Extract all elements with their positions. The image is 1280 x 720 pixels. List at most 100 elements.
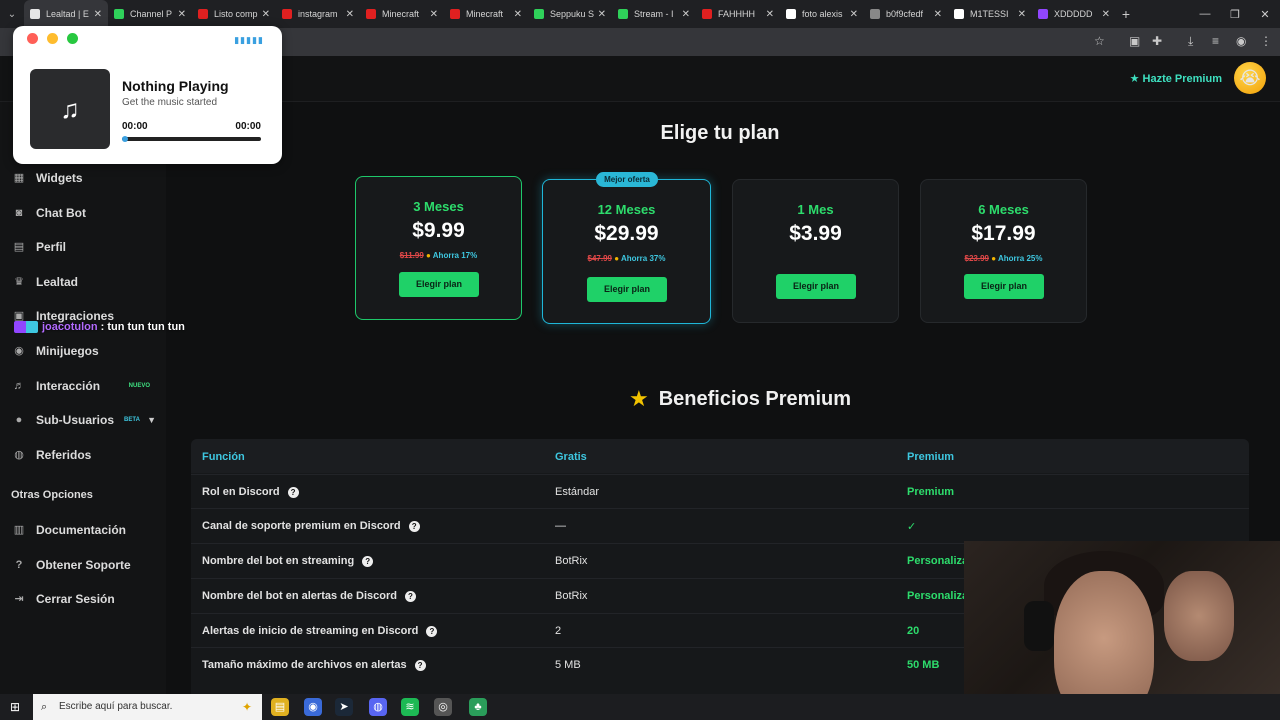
browser-tab[interactable]: instagram ✕ [276, 0, 360, 28]
browser-tab[interactable]: XDDDDD ✕ [1032, 0, 1116, 28]
help-icon[interactable]: ? [426, 625, 438, 637]
sidebar-item-label: Perfil [36, 240, 67, 254]
close-tab-icon[interactable]: ✕ [514, 9, 522, 20]
media-control-icon[interactable]: ≡ [1212, 34, 1219, 48]
tab-title: instagram [298, 9, 338, 19]
close-tab-icon[interactable]: ✕ [682, 9, 690, 20]
spotify-icon[interactable]: ≋ [401, 698, 419, 716]
plan-savings: $11.99 ● Ahorra 17% [356, 251, 521, 260]
logout-icon: ⇥ [14, 593, 24, 605]
sidebar-item-widgets[interactable]: ▦ Widgets [12, 171, 162, 185]
extension-icon[interactable]: ▣ [1129, 34, 1140, 48]
plan-card-1-mes[interactable]: 1 Mes $3.99 Elegir plan [732, 179, 899, 323]
feature-label: Rol en Discord [202, 486, 280, 498]
close-tab-icon[interactable]: ✕ [766, 9, 774, 20]
file-explorer-icon[interactable]: ▤ [271, 698, 289, 716]
browser-tab[interactable]: Seppuku S ✕ [528, 0, 612, 28]
sidebar-item-soporte[interactable]: ? Obtener Soporte [12, 558, 162, 572]
old-price: $47.99 [587, 254, 612, 263]
close-tab-icon[interactable]: ✕ [346, 9, 354, 20]
sidebar-item-perfil[interactable]: ▤ Perfil [12, 240, 162, 254]
progress-bar[interactable] [122, 136, 261, 142]
browser-tab[interactable]: b0f9cfedf ✕ [864, 0, 948, 28]
chrome-icon[interactable]: ◉ [304, 698, 322, 716]
download-icon[interactable]: ⤓ [1188, 34, 1193, 49]
minimize-icon[interactable]: — [1190, 8, 1220, 21]
close-tab-icon[interactable]: ✕ [598, 9, 606, 20]
help-icon[interactable]: ? [414, 659, 426, 671]
sidebar-item-label: Cerrar Sesión [36, 592, 115, 606]
plan-card-3-meses[interactable]: 3 Meses $9.99 $11.99 ● Ahorra 17% Elegir… [355, 176, 522, 320]
plan-savings: $23.99 ● Ahorra 25% [921, 254, 1086, 263]
hazte-premium-link[interactable]: ★ Hazte Premium [1130, 72, 1222, 85]
maximize-dot-icon[interactable] [67, 33, 78, 44]
choose-plan-button[interactable]: Elegir plan [964, 274, 1044, 299]
sidebar-item-lealtad[interactable]: ♛ Lealtad [12, 275, 162, 289]
avatar[interactable]: 😭 [1234, 62, 1266, 94]
music-icon: ♬ [13, 380, 25, 392]
chevron-down-icon[interactable]: ▼ [147, 415, 156, 425]
stream-chat-message: joacotulon : tun tun tun tun [14, 321, 185, 333]
minimize-dot-icon[interactable] [47, 33, 58, 44]
drag-handle-icon[interactable]: ▮▮▮▮▮ [234, 35, 264, 46]
taskbar-search[interactable]: ⌕ Escribe aquí para buscar. ✦ [33, 694, 262, 720]
close-tab-icon[interactable]: ✕ [934, 9, 942, 20]
restore-icon[interactable]: ❐ [1220, 8, 1250, 21]
close-tab-icon[interactable]: ✕ [850, 9, 858, 20]
tab-title: foto alexis [802, 9, 843, 19]
bookmark-star-icon[interactable]: ☆ [1094, 34, 1105, 48]
puzzle-icon[interactable]: ✚ [1152, 34, 1162, 48]
close-tab-icon[interactable]: ✕ [1102, 9, 1110, 20]
sidebar-item-cerrar-sesion[interactable]: ⇥ Cerrar Sesión [12, 592, 162, 606]
obs-icon[interactable]: ◎ [434, 698, 452, 716]
plan-name: 3 Meses [413, 199, 464, 214]
choose-plan-button[interactable]: Elegir plan [587, 277, 667, 302]
sidebar-item-sub-usuarios[interactable]: ● Sub-Usuarios BETA ▼ [12, 413, 162, 427]
close-dot-icon[interactable] [27, 33, 38, 44]
page-title: Elige tu plan [660, 122, 780, 144]
help-icon[interactable]: ? [362, 555, 374, 567]
browser-tab[interactable]: Channel P ✕ [108, 0, 192, 28]
feature-label: Nombre del bot en alertas de Discord [202, 590, 397, 602]
choose-plan-button[interactable]: Elegir plan [399, 272, 479, 297]
steam-icon[interactable]: ➤ [335, 698, 353, 716]
close-tab-icon[interactable]: ✕ [178, 9, 186, 20]
windows-start-icon[interactable]: ⊞ [8, 700, 22, 714]
sidebar-item-chat-bot[interactable]: ◙ Chat Bot [12, 206, 162, 220]
benefits-title: Beneficios Premium [658, 387, 852, 410]
sidebar-item-minijuegos[interactable]: ◉ Minijuegos [12, 344, 162, 358]
discord-icon[interactable]: ◍ [369, 698, 387, 716]
close-tab-icon[interactable]: ✕ [430, 9, 438, 20]
plan-card-6-meses[interactable]: 6 Meses $17.99 $23.99 ● Ahorra 25% Elegi… [920, 179, 1087, 323]
browser-tab[interactable]: foto alexis ✕ [780, 0, 864, 28]
browser-tab[interactable]: FAHHHH ✕ [696, 0, 780, 28]
choose-plan-button[interactable]: Elegir plan [776, 274, 856, 299]
tab-favicon-icon [366, 9, 376, 19]
browser-tab[interactable]: Listo comp ✕ [192, 0, 276, 28]
app-icon[interactable]: ♣ [469, 698, 487, 716]
profile-icon[interactable]: ◉ [1236, 34, 1246, 48]
plan-card-12-meses[interactable]: Mejor oferta 12 Meses $29.99 $47.99 ● Ah… [542, 172, 711, 324]
browser-tab[interactable]: Lealtad | E ✕ [24, 0, 108, 28]
help-icon[interactable]: ? [405, 590, 416, 602]
free-cell: — [555, 520, 566, 532]
tab-search-chevron-icon[interactable]: ⌄ [0, 0, 24, 28]
browser-tab[interactable]: Stream - I ✕ [612, 0, 696, 28]
sidebar-item-interaccion[interactable]: ♬ Interacción NUEVO [12, 379, 162, 393]
help-icon[interactable]: ? [408, 520, 420, 532]
browser-tab[interactable]: Minecraft ✕ [360, 0, 444, 28]
sidebar-item-documentacion[interactable]: ▥ Documentación [12, 523, 162, 537]
sidebar-item-referidos[interactable]: ◍ Referidos [12, 448, 162, 462]
progress-knob[interactable] [122, 136, 128, 142]
browser-tab[interactable]: Minecraft ✕ [444, 0, 528, 28]
browser-menu-icon[interactable]: ⋮ [1260, 34, 1272, 48]
browser-tab[interactable]: M1TESSI ✕ [948, 0, 1032, 28]
close-tab-icon[interactable]: ✕ [1018, 9, 1026, 20]
tab-favicon-icon [534, 9, 544, 19]
close-window-icon[interactable]: ✕ [1250, 8, 1280, 21]
premium-cell: ✓ [907, 521, 917, 533]
new-tab-button[interactable]: + [1116, 6, 1136, 22]
close-tab-icon[interactable]: ✕ [262, 9, 270, 20]
help-icon[interactable]: ? [287, 486, 299, 498]
close-tab-icon[interactable]: ✕ [94, 9, 102, 20]
